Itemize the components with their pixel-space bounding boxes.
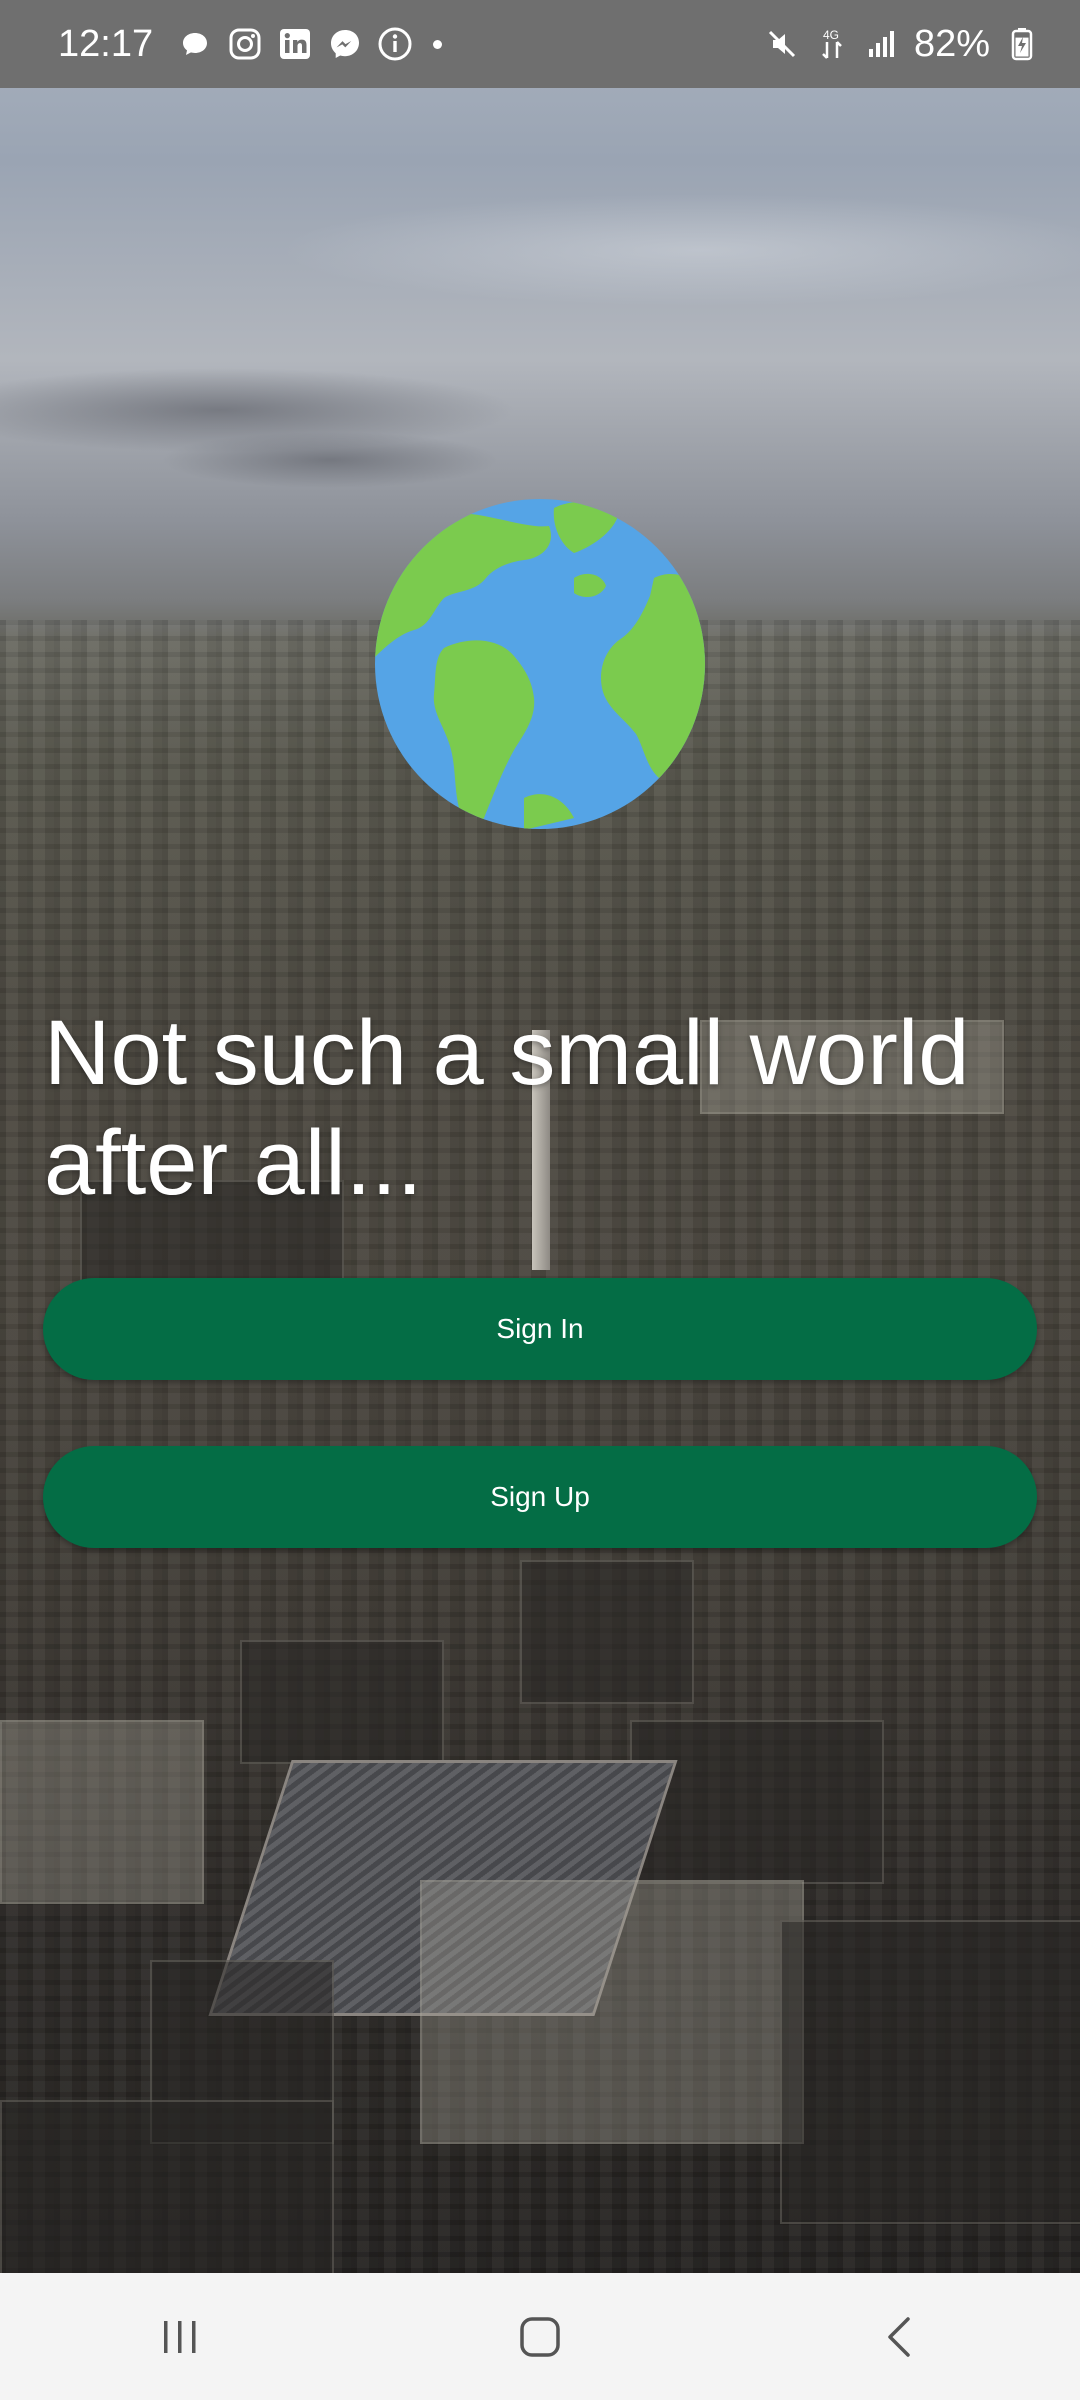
back-button[interactable]: [840, 2292, 960, 2382]
navigation-bar: [0, 2273, 1080, 2400]
building: [520, 1560, 694, 1704]
battery-charging-icon: [1004, 26, 1040, 62]
building: [0, 1720, 204, 1904]
recent-apps-button[interactable]: [120, 2292, 240, 2382]
messenger-icon: [327, 26, 363, 62]
building: [420, 1880, 804, 2144]
chat-bubble-icon: [177, 26, 213, 62]
status-bar: 12:17 4G 82%: [0, 0, 1080, 88]
building: [240, 1640, 444, 1764]
more-dot-icon: [433, 39, 443, 49]
building: [780, 1920, 1080, 2224]
svg-text:4G: 4G: [823, 28, 839, 42]
globe-icon: [374, 498, 706, 830]
status-time: 12:17: [58, 22, 154, 65]
info-icon: [377, 26, 413, 62]
home-icon: [520, 2316, 560, 2357]
sign-in-button[interactable]: Sign In: [43, 1278, 1037, 1380]
battery-percent: 82%: [913, 22, 990, 65]
home-button[interactable]: [480, 2292, 600, 2382]
back-icon: [888, 2316, 910, 2357]
linkedin-icon: [277, 26, 313, 62]
4g-data-icon: 4G: [814, 26, 850, 62]
instagram-icon: [227, 26, 263, 62]
signal-icon: [864, 26, 900, 62]
building: [630, 1720, 884, 1884]
recent-apps-icon: [164, 2320, 196, 2353]
mute-icon: [764, 26, 800, 62]
sign-up-button[interactable]: Sign Up: [43, 1446, 1037, 1548]
building: [0, 2100, 334, 2277]
headline: Not such a small world after all...: [44, 1002, 970, 1214]
